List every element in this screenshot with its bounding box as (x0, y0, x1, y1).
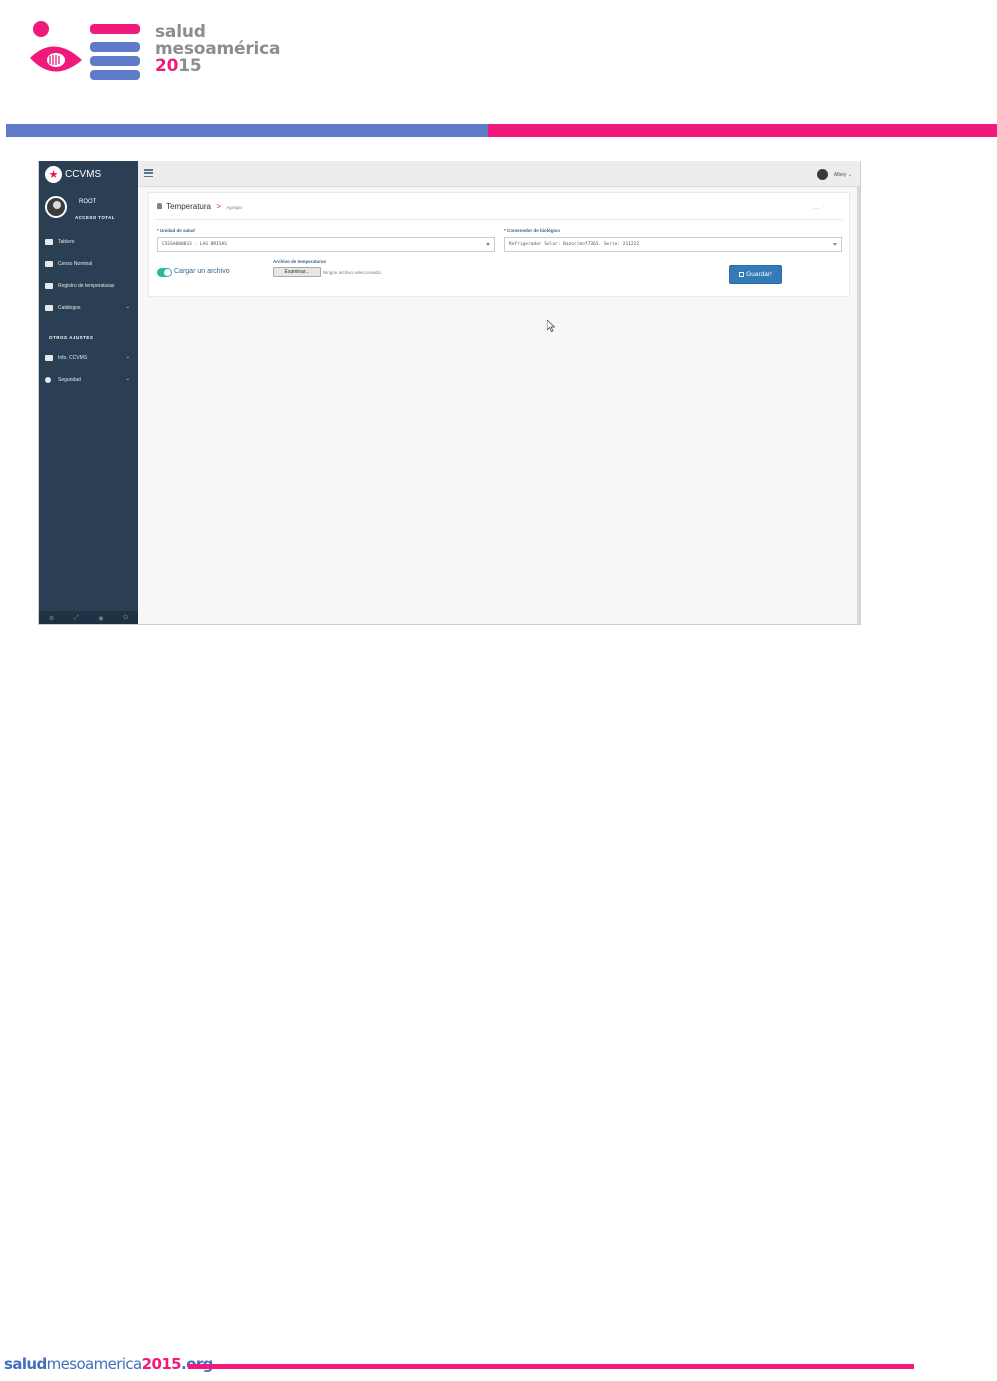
sidebar-item-info-ccvms[interactable]: Info. CCVMS ⌄ (39, 347, 138, 369)
users-icon (45, 261, 53, 267)
save-button[interactable]: Guardar! (729, 265, 782, 284)
cargar-archivo-toggle[interactable] (157, 268, 172, 277)
scrollbar[interactable] (857, 187, 860, 624)
breadcrumb-separator: > (216, 202, 221, 211)
contenedor-value: Refrigerador Solar: Bazor/mof7365. Serie… (509, 242, 640, 247)
header-rule-blue (6, 124, 488, 137)
power-icon[interactable]: ⏻ (123, 615, 128, 622)
brand-name: CCVMS (65, 169, 102, 180)
unidad-value: CSSSA000033 - LAS BRISAS (162, 242, 228, 247)
app-brand[interactable]: ★ CCVMS (39, 161, 138, 188)
info-card-icon (45, 355, 53, 361)
sidebar-item-label: Registro de temperaturas (58, 283, 115, 289)
sidebar-menu: Tablero Censo Nominal Registro de temper… (39, 231, 138, 319)
page-title: Temperatura (166, 202, 211, 211)
top-navbar: Albey ⌄ (138, 161, 860, 187)
logo-year-b: 15 (178, 56, 202, 76)
sidebar-item-seguridad[interactable]: Seguridad ⌄ (39, 369, 138, 391)
footer-word-mesoamerica: mesoamerica (46, 1355, 143, 1373)
browse-button[interactable]: Examinar... (273, 267, 321, 277)
sidebar-menu-secondary: Info. CCVMS ⌄ Seguridad ⌄ (39, 347, 138, 391)
toggle-label: Cargar un archivo (174, 268, 230, 275)
shield-icon (45, 377, 51, 383)
eye-icon[interactable]: ◉ (98, 615, 103, 622)
sidebar-item-censo-nominal[interactable]: Censo Nominal (39, 253, 138, 275)
footer-word-salud: salud (4, 1355, 47, 1373)
avatar (45, 196, 67, 218)
sidebar-item-registro-temperaturas[interactable]: Registro de temperaturas (39, 275, 138, 297)
sidebar: ★ CCVMS ROOT ACCESO TOTAL Tablero Censo … (39, 161, 138, 624)
mouse-pointer-icon (547, 320, 555, 332)
user-icon (157, 203, 162, 209)
caret-down-icon (833, 243, 837, 246)
chevron-down-icon: ⌄ (846, 171, 852, 178)
avatar (816, 169, 828, 180)
panel-title: Temperatura > Agregar (157, 202, 242, 211)
logo-mark-icon (30, 21, 140, 80)
user-menu[interactable]: Albey ⌄ (816, 169, 852, 180)
star-logo-icon: ★ (45, 166, 62, 183)
footer-url[interactable]: saludmesoamerica2015.org (4, 1355, 213, 1373)
divider (155, 219, 843, 220)
sidebar-footer: ⚙ ⤢ ◉ ⏻ (39, 611, 138, 624)
sidebar-item-label: Tablero (58, 239, 75, 245)
profile-role: ACCESO TOTAL (75, 215, 115, 220)
salud-mesoamerica-logo: salud mesoamérica 2015 (22, 18, 282, 108)
menu-toggle-icon[interactable] (144, 169, 153, 177)
file-status: Ningún archivo seleccionado. (323, 270, 382, 275)
settings-icon[interactable]: ⚙ (49, 615, 54, 622)
main-content: Temperatura > Agregar —⌃ * Unidad de sal… (138, 187, 860, 624)
chevron-down-icon: ⌄ (125, 376, 130, 382)
fullscreen-icon[interactable]: ⤢ (74, 615, 79, 622)
sidebar-item-label: Seguridad (58, 377, 81, 383)
collapse-icon[interactable]: ⌃ (822, 206, 829, 212)
logo-year-a: 20 (155, 56, 179, 76)
caret-down-icon (486, 243, 490, 246)
dashboard-icon (45, 239, 53, 245)
thermometer-icon (45, 283, 53, 289)
form-panel: Temperatura > Agregar —⌃ * Unidad de sal… (148, 192, 850, 297)
chevron-down-icon: ⌄ (125, 304, 130, 310)
sidebar-item-tablero[interactable]: Tablero (39, 231, 138, 253)
user-profile: ROOT ACCESO TOTAL (39, 188, 138, 224)
unidad-label: * Unidad de salud (157, 228, 195, 233)
contenedor-label: * Contenedor de biológico (504, 228, 560, 233)
sidebar-item-label: Catálogos (58, 305, 81, 311)
panel-tools: —⌃ (814, 206, 829, 212)
section-title: OTROS AJUSTES (49, 335, 94, 340)
page-subtitle: Agregar (226, 205, 243, 210)
file-label: Archivo de temperaturas (273, 259, 327, 264)
sidebar-item-label: Info. CCVMS (58, 355, 88, 361)
contenedor-select[interactable]: Refrigerador Solar: Bazor/mof7365. Serie… (504, 237, 842, 252)
user-name: Albey (833, 171, 847, 178)
minimize-icon[interactable]: — (814, 206, 822, 212)
sidebar-item-label: Censo Nominal (58, 261, 93, 267)
sidebar-item-catalogos[interactable]: Catálogos ⌄ (39, 297, 138, 319)
footer-word-year: 2015 (141, 1355, 182, 1373)
app-screenshot: ★ CCVMS ROOT ACCESO TOTAL Tablero Censo … (38, 161, 861, 625)
save-button-label: Guardar! (746, 271, 772, 278)
unidad-select[interactable]: CSSSA000033 - LAS BRISAS (157, 237, 495, 252)
header-rule-pink (488, 124, 997, 137)
floppy-disk-icon (739, 272, 745, 277)
book-icon (45, 305, 53, 311)
profile-name: ROOT (79, 199, 97, 205)
footer-rule (188, 1364, 914, 1369)
chevron-down-icon: ⌄ (125, 354, 130, 360)
header-color-rule (6, 124, 997, 137)
